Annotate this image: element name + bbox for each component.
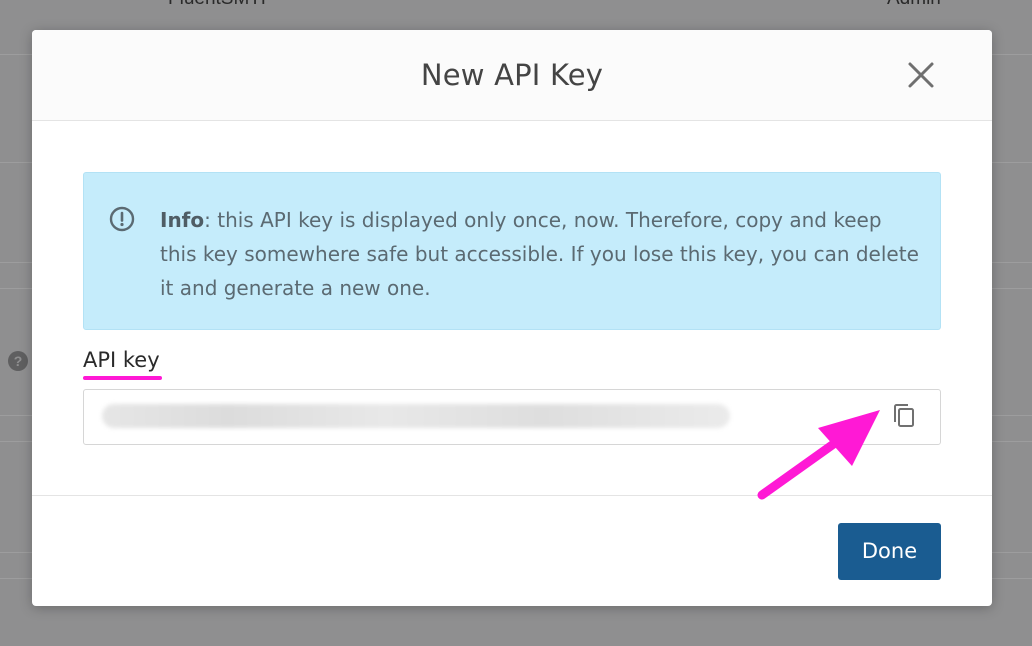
done-button[interactable]: Done	[838, 523, 941, 580]
background-username: FluentSMTP	[168, 0, 274, 10]
info-body: : this API key is displayed only once, n…	[160, 208, 919, 300]
copy-icon[interactable]	[890, 401, 918, 431]
info-label: Info	[160, 208, 205, 232]
dialog-title: New API Key	[420, 58, 604, 92]
annotation-arrow-icon	[750, 400, 890, 510]
exclamation-circle-icon	[108, 205, 136, 233]
info-alert: Info: this API key is displayed only onc…	[83, 172, 941, 330]
question-circle-icon[interactable]: ?	[8, 351, 28, 371]
info-message: Info: this API key is displayed only onc…	[160, 203, 920, 305]
background-role: Admin	[887, 0, 941, 10]
api-key-label: API key	[83, 348, 160, 372]
api-key-dialog: New API Key Info: this API key is displa…	[32, 30, 992, 606]
dialog-header: New API Key	[32, 30, 992, 121]
api-key-value-redacted	[102, 404, 730, 428]
close-icon[interactable]	[904, 58, 938, 92]
label-highlight-underline	[83, 376, 162, 380]
